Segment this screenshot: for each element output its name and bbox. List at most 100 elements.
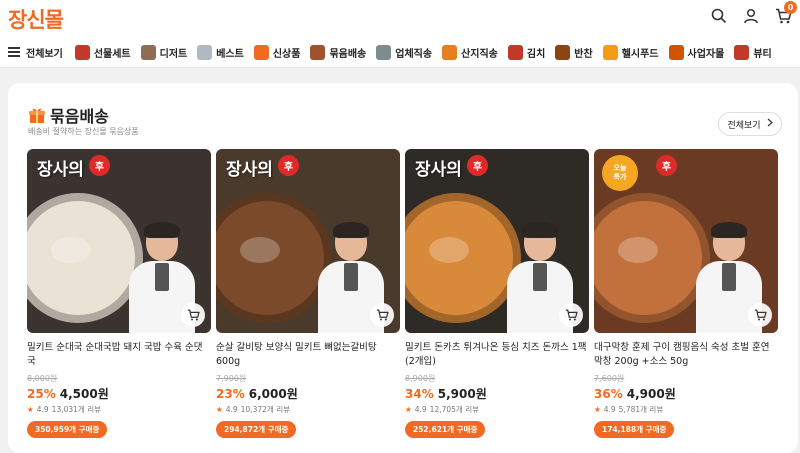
price-row: 25% 4,500원: [27, 385, 211, 402]
product-name[interactable]: 순살 갈비탕 보양식 밀키트 뼈없는갈비탕 600g: [216, 341, 400, 369]
food-garnish: [429, 237, 469, 263]
food-garnish: [240, 237, 280, 263]
nav-item-label: 사업자몰: [687, 48, 725, 60]
nav-items: 선물세트 디저트 베스트 신상품 묶음배송 업체직송 산지직송 김치 반찬 헬시푸드 사업자몰 뷰티: [74, 44, 782, 60]
cart-icon: [754, 309, 767, 321]
nav-item-label: 업체직송: [395, 48, 433, 60]
category-icon: [253, 44, 269, 60]
nav-item-label: 선물세트: [93, 48, 131, 60]
nav-item-label: 베스트: [216, 48, 244, 60]
star-icon: ★: [594, 405, 601, 414]
nav-item[interactable]: 선물세트: [74, 44, 131, 60]
nav-item-label: 헬시푸드: [621, 48, 659, 60]
nav-item[interactable]: 사업자몰: [668, 44, 725, 60]
view-all-label: 전체보기: [727, 120, 761, 131]
menu-icon: [8, 47, 20, 57]
product-card[interactable]: 장사의 후 밀키트 순대국 순대국밥 돼지 국밥 수육 순댓국 8,000원 2…: [27, 149, 211, 438]
add-to-cart-button[interactable]: [748, 303, 772, 327]
product-name[interactable]: 대구막창 훈제 구이 캠핑음식 숙성 초벌 훈연 막창 200g +소스 50g: [594, 341, 778, 369]
product-card[interactable]: 장사의 후 밀키트 돈카츠 튀겨나온 등심 치즈 돈까스 1팩 (2개입) 8,…: [405, 149, 589, 438]
original-price: 7,900원: [216, 374, 247, 383]
brand-seal: 후: [467, 155, 488, 176]
rating-value: 4.9: [225, 405, 238, 414]
add-to-cart-button[interactable]: [181, 303, 205, 327]
nav-item[interactable]: 헬시푸드: [602, 44, 659, 60]
nav-item-label: 묶음배송: [329, 48, 367, 60]
user-icon[interactable]: [742, 7, 760, 25]
category-icon: [602, 44, 618, 60]
discount-rate: 36%: [594, 387, 623, 401]
product-image[interactable]: 장사의 후: [216, 149, 400, 333]
nav-item[interactable]: 산지직송: [442, 44, 498, 60]
header-actions: 0: [710, 1, 797, 25]
brand-seal: 후: [278, 155, 299, 176]
brand-mark: 장사의: [415, 160, 462, 180]
nav-item[interactable]: 반찬: [555, 44, 593, 60]
category-icon: [668, 44, 684, 60]
nav-item-label: 뷰티: [753, 48, 772, 60]
category-icon: [197, 44, 213, 60]
category-icon: [140, 44, 156, 60]
category-icon: [74, 44, 90, 60]
product-list: 장사의 후 밀키트 순대국 순대국밥 돼지 국밥 수육 순댓국 8,000원 2…: [27, 149, 778, 438]
nav-item[interactable]: 디저트: [140, 44, 188, 60]
category-icon: [442, 44, 458, 60]
nav-item-label: 신상품: [272, 48, 301, 60]
brand-seal: 후: [89, 155, 110, 176]
discount-rate: 23%: [216, 387, 245, 401]
purchase-count-badge: 350,959개 구매중: [27, 421, 108, 438]
cart-icon[interactable]: 0: [774, 1, 797, 25]
add-to-cart-button[interactable]: [559, 303, 583, 327]
add-to-cart-button[interactable]: [370, 303, 394, 327]
nav-item[interactable]: 김치: [507, 44, 546, 60]
sale-price: 4,500원: [59, 387, 109, 401]
product-image[interactable]: 오늘 특가 후: [594, 149, 778, 333]
nav-item[interactable]: 뷰티: [734, 44, 772, 60]
rating-value: 4.9: [414, 405, 427, 414]
category-icon: [376, 44, 392, 60]
nav-item[interactable]: 묶음배송: [310, 44, 367, 60]
product-card[interactable]: 장사의 후 순살 갈비탕 보양식 밀키트 뼈없는갈비탕 600g 7,900원 …: [216, 149, 400, 438]
section-title: 묶음배송: [28, 103, 109, 127]
product-image[interactable]: 장사의 후: [405, 149, 589, 333]
cart-icon: [565, 309, 578, 321]
brand-seal: 후: [656, 155, 677, 176]
review-count: 13,031개 리뷰: [51, 405, 101, 414]
search-icon[interactable]: [710, 7, 728, 25]
site-logo[interactable]: 장신몰: [8, 4, 64, 34]
product-image[interactable]: 장사의 후: [27, 149, 211, 333]
rating-row: ★ 4.9 10,372개 리뷰: [216, 404, 400, 415]
rating-row: ★ 4.9 5,781개 리뷰: [594, 404, 778, 415]
chevron-right-icon: [767, 118, 773, 130]
special-line2: 특가: [613, 173, 627, 181]
view-all-button[interactable]: 전체보기: [718, 112, 782, 136]
nav-item[interactable]: 베스트: [197, 44, 244, 60]
category-icon: [555, 44, 571, 60]
rating-row: ★ 4.9 12,705개 리뷰: [405, 404, 589, 415]
nav-all-button[interactable]: 전체보기: [8, 45, 63, 60]
rating-value: 4.9: [603, 405, 616, 414]
purchase-count-badge: 252,621개 구매중: [405, 421, 486, 438]
product-name[interactable]: 밀키트 순대국 순대국밥 돼지 국밥 수육 순댓국: [27, 341, 211, 369]
review-count: 5,781개 리뷰: [618, 405, 664, 414]
nav-item-label: 김치: [526, 48, 546, 60]
food-garnish: [51, 237, 91, 263]
star-icon: ★: [27, 405, 34, 414]
nav-item[interactable]: 업체직송: [376, 44, 433, 60]
star-icon: ★: [405, 405, 412, 414]
rating-row: ★ 4.9 13,031개 리뷰: [27, 404, 211, 415]
price-row: 23% 6,000원: [216, 385, 400, 402]
nav-item[interactable]: 신상품: [253, 44, 301, 60]
nav-item-label: 반찬: [574, 48, 593, 60]
food-garnish: [618, 237, 658, 263]
category-icon: [734, 44, 750, 60]
nav-all-label: 전체보기: [26, 48, 63, 60]
brand-mark: 장사의: [226, 160, 273, 180]
nav-item-label: 디저트: [159, 48, 188, 60]
review-count: 12,705개 리뷰: [429, 405, 479, 414]
purchase-count-badge: 174,188개 구매중: [594, 421, 675, 438]
product-name[interactable]: 밀키트 돈카츠 튀겨나온 등심 치즈 돈까스 1팩 (2개입): [405, 341, 589, 369]
gift-icon: [28, 106, 46, 124]
product-card[interactable]: 오늘 특가 후 대구막창 훈제 구이 캠핑음식 숙성 초벌 훈연 막창 200g…: [594, 149, 778, 438]
sale-price: 4,900원: [626, 387, 676, 401]
